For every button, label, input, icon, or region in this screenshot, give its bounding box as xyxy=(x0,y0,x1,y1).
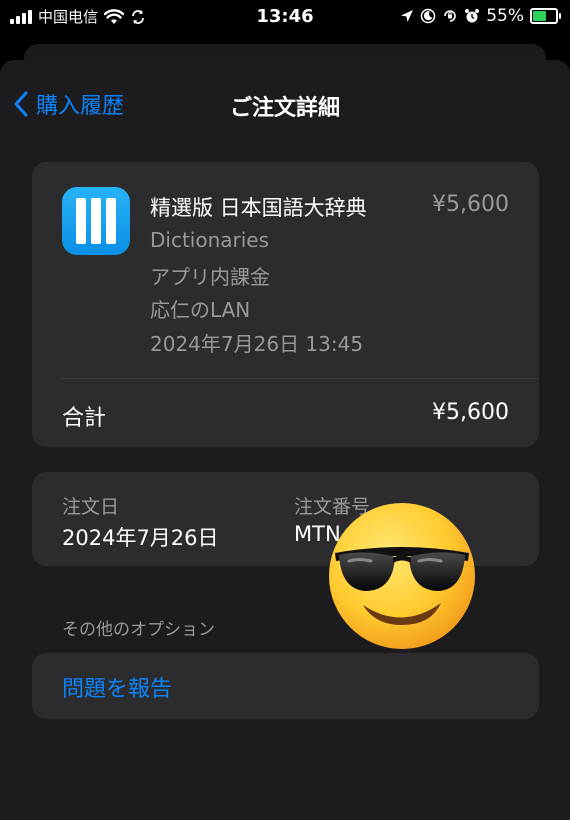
battery-icon xyxy=(530,8,561,24)
item-type: アプリ内課金 xyxy=(150,265,270,289)
report-problem-row[interactable]: 問題を報告 xyxy=(32,653,539,719)
purchase-item-card: 精選版 日本国語大辞典 ¥5,600 Dictionaries アプリ内課金 応… xyxy=(32,162,539,447)
alarm-icon xyxy=(465,9,480,23)
location-arrow-icon xyxy=(401,10,414,22)
battery-percent: 55% xyxy=(486,6,524,26)
divider xyxy=(62,378,539,379)
total-label: 合計 xyxy=(62,406,107,431)
dictionary-app-icon xyxy=(62,187,130,255)
item-account: 応仁のLAN xyxy=(150,298,251,322)
total-value: ¥5,600 xyxy=(432,400,509,425)
page-title: ご注文詳細 xyxy=(229,96,340,121)
item-price: ¥5,600 xyxy=(432,192,509,217)
orientation-lock-icon xyxy=(444,10,456,22)
status-bar: 中国电信 13:46 55% xyxy=(0,0,570,34)
order-date-value: 2024年7月26日 xyxy=(62,526,219,550)
item-datetime: 2024年7月26日 13:45 xyxy=(150,332,364,356)
item-category: Dictionaries xyxy=(150,228,270,252)
report-problem-button[interactable]: 問題を報告 xyxy=(62,671,172,703)
status-right: 55% xyxy=(400,6,561,26)
battery-fill xyxy=(533,11,547,21)
item-name: 精選版 日本国語大辞典 xyxy=(150,196,367,220)
order-date-label: 注文日 xyxy=(62,496,120,518)
sunglasses-emoji-sticker xyxy=(329,503,475,649)
navigation-bar: 購入履歴 ご注文詳細 xyxy=(0,84,570,124)
do-not-disturb-icon xyxy=(420,8,436,24)
options-section-label: その他のオプション xyxy=(62,620,215,640)
